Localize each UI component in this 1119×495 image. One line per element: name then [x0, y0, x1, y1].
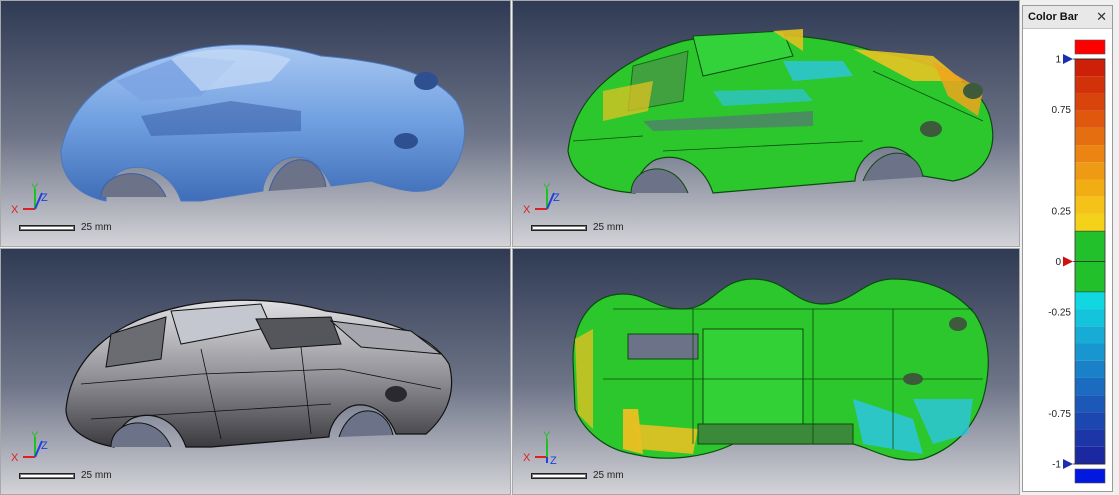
positive-band — [1075, 59, 1105, 77]
negative-band — [1075, 343, 1105, 361]
color-scale-tick-label: 0.25 — [1052, 206, 1072, 217]
axis-y-label: Y — [543, 431, 551, 442]
car-model-deviation[interactable] — [513, 1, 1020, 247]
car-model-cad[interactable] — [1, 249, 511, 495]
negative-band — [1075, 395, 1105, 413]
positive-band — [1075, 110, 1105, 128]
negative-band — [1075, 412, 1105, 430]
negative-band — [1075, 291, 1105, 310]
close-icon[interactable]: ✕ — [1096, 9, 1107, 25]
lower-out-of-range-swatch — [1074, 468, 1106, 484]
positive-band — [1075, 179, 1105, 197]
car-model-shaded[interactable] — [1, 1, 511, 247]
positive-band — [1075, 127, 1105, 146]
negative-band — [1075, 326, 1105, 344]
scale-bar-graphic — [19, 472, 75, 479]
axis-y-label: Y — [31, 431, 39, 442]
axis-x-label: X — [11, 204, 19, 216]
color-scale-tick-label: -0.75 — [1048, 409, 1071, 420]
color-bar-titlebar[interactable]: Color Bar ✕ — [1023, 6, 1112, 29]
axis-x-label: X — [523, 204, 531, 216]
axis-triad: X Y Z — [11, 431, 48, 464]
scale-label: 25 mm — [593, 222, 624, 233]
scale-bar: 25 mm — [19, 470, 112, 481]
positive-band — [1075, 213, 1105, 232]
color-scale-tick-label: 0.75 — [1052, 105, 1072, 116]
axis-triad: X Y Z — [11, 183, 48, 216]
color-scale-tick-label: -1 — [1052, 460, 1061, 471]
color-scale-tick-label: 0 — [1055, 257, 1061, 268]
positive-band — [1075, 162, 1105, 180]
color-scale-tick-label: -0.25 — [1048, 308, 1071, 319]
negative-band — [1075, 309, 1105, 327]
scale-label: 25 mm — [593, 470, 624, 481]
axis-y-label: Y — [543, 183, 551, 194]
positive-band — [1075, 145, 1105, 163]
axis-z-label: Z — [41, 192, 48, 204]
axis-x-label: X — [11, 452, 19, 464]
viewport-bottom-right[interactable]: X Y Z 25 mm — [512, 248, 1020, 495]
color-bar-panel[interactable]: Color Bar ✕ 1 0.75 0.25 0 -0.25 -0.75 -1 — [1022, 5, 1113, 492]
positive-band — [1075, 93, 1105, 111]
upper-out-of-range-swatch — [1074, 39, 1106, 55]
color-scale-tick-label: 1 — [1055, 55, 1061, 66]
car-model-deviation-top[interactable] — [513, 249, 1020, 495]
axis-z-label: Z — [41, 440, 48, 452]
scale-bar: 25 mm — [19, 222, 112, 233]
axis-z-label: Z — [553, 192, 560, 204]
positive-band — [1075, 76, 1105, 94]
threshold-marker-icon[interactable] — [1063, 256, 1073, 267]
negative-band — [1075, 446, 1105, 464]
scale-label: 25 mm — [81, 470, 112, 481]
viewport-top-left[interactable]: X Y Z 25 mm — [0, 0, 511, 247]
scale-bar: 25 mm — [531, 222, 624, 233]
color-scale[interactable]: 1 0.75 0.25 0 -0.25 -0.75 -1 — [1023, 28, 1112, 491]
scale-bar-graphic — [531, 224, 587, 231]
positive-band — [1075, 196, 1105, 214]
negative-band — [1075, 377, 1105, 396]
threshold-marker-icon[interactable] — [1063, 54, 1073, 64]
negative-band — [1075, 429, 1105, 447]
threshold-marker-icon[interactable] — [1063, 459, 1073, 469]
axis-z-label: Z — [550, 455, 557, 465]
axis-triad: X Y Z — [523, 183, 560, 216]
axis-x-label: X — [523, 452, 531, 464]
viewport-bottom-left[interactable]: X Y Z 25 mm — [0, 248, 511, 495]
negative-band — [1075, 360, 1105, 378]
axis-triad: X Y Z — [523, 431, 557, 465]
scale-bar-graphic — [19, 224, 75, 231]
color-bar-title: Color Bar — [1028, 11, 1079, 23]
axis-y-label: Y — [31, 183, 39, 194]
scale-bar-graphic — [531, 472, 587, 479]
scale-bar: 25 mm — [531, 470, 624, 481]
scale-label: 25 mm — [81, 222, 112, 233]
viewport-top-right[interactable]: X Y Z 25 mm — [512, 0, 1020, 247]
